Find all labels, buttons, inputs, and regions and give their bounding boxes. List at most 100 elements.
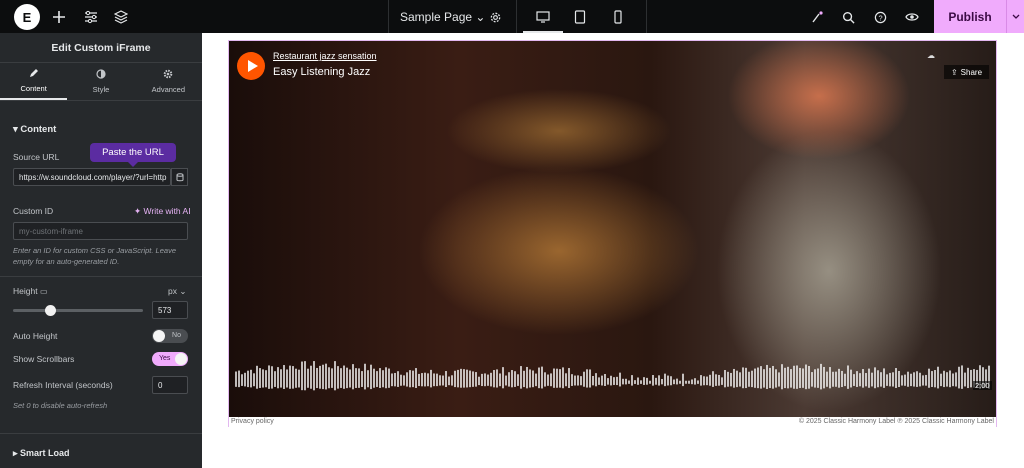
waveform-bar — [253, 373, 255, 387]
waveform-bar — [880, 372, 882, 387]
waveform-bar — [328, 367, 330, 389]
waveform-bar — [625, 378, 627, 385]
waveform-bar — [901, 375, 903, 386]
waveform-bar — [499, 373, 501, 387]
waveform-bar — [673, 379, 675, 385]
share-button[interactable]: ⇪ Share — [944, 65, 989, 79]
waveform-bar — [544, 372, 546, 387]
waveform-bar — [271, 366, 273, 389]
search-icon[interactable] — [839, 8, 857, 26]
elementor-logo[interactable]: E — [14, 4, 40, 30]
ai-sparkle-icon[interactable] — [808, 8, 826, 26]
waveform-bar — [622, 378, 624, 385]
waveform-bar — [754, 368, 756, 388]
waveform-bar — [367, 370, 369, 388]
waveform-bar — [934, 370, 936, 388]
height-unit-dropdown[interactable]: px ⌄ — [168, 286, 186, 297]
layers-icon[interactable] — [112, 8, 130, 26]
mobile-icon[interactable] — [609, 8, 627, 26]
waveform-bar — [286, 369, 288, 388]
waveform-bar — [541, 366, 543, 389]
tab-advanced-label: Advanced — [151, 85, 185, 94]
height-slider-track[interactable] — [13, 309, 143, 312]
page-name-dropdown[interactable]: Sample Page ⌄ — [400, 10, 485, 24]
auto-height-toggle[interactable]: No — [152, 329, 188, 343]
waveform-bar — [958, 366, 960, 389]
add-icon[interactable] — [50, 8, 68, 26]
waveform-bar — [283, 365, 285, 389]
tab-content[interactable]: Content — [0, 63, 68, 100]
waveform-bar — [883, 368, 885, 388]
waveform-bar — [826, 371, 828, 387]
waveform-bar — [634, 380, 636, 384]
waveform-bar — [676, 378, 678, 385]
waveform-bar — [664, 373, 666, 387]
section-content-toggle[interactable]: ▾ Content — [13, 124, 56, 135]
tab-advanced[interactable]: Advanced — [135, 63, 202, 100]
tablet-icon[interactable] — [571, 8, 589, 26]
refresh-interval-input[interactable]: 0 — [152, 376, 188, 394]
soundcloud-player[interactable]: Restaurant jazz sensation Easy Listening… — [229, 41, 996, 417]
waveform-bar — [418, 373, 420, 387]
waveform-bar — [799, 367, 801, 389]
waveform-bar — [877, 370, 879, 388]
show-scrollbars-toggle[interactable]: Yes — [152, 352, 188, 366]
height-unit-label: px — [168, 286, 177, 296]
tab-style[interactable]: Style — [67, 63, 134, 100]
waveform-bar — [850, 369, 852, 388]
waveform-bar — [433, 373, 435, 387]
waveform-bar — [529, 369, 531, 388]
waveform-bar — [670, 376, 672, 386]
source-url-input[interactable]: https://w.soundcloud.com/player/?url=htt… — [13, 168, 171, 186]
custom-id-input[interactable]: my-custom-iframe — [13, 222, 188, 240]
waveform-bar — [856, 371, 858, 387]
publish-button[interactable]: Publish — [934, 0, 1006, 33]
waveform-bar — [700, 375, 702, 386]
dynamic-tags-icon[interactable] — [171, 168, 188, 186]
waveform-bar — [427, 373, 429, 387]
waveform-bar — [412, 370, 414, 388]
toggle-knob — [175, 353, 187, 365]
section-smart-load-toggle[interactable]: ▸ Smart Load — [13, 448, 70, 459]
page-settings-gear-icon[interactable] — [486, 8, 504, 26]
waveform-bar — [442, 375, 444, 386]
top-bar: E Sample Page ⌄ ? Publish — [0, 0, 1024, 33]
preview-eye-icon[interactable] — [903, 8, 921, 26]
play-button[interactable] — [237, 52, 265, 80]
waveform-bar — [865, 373, 867, 387]
waveform-bar — [364, 363, 366, 390]
waveform-bar — [415, 368, 417, 388]
write-with-ai-button[interactable]: ✦ Write with AI — [134, 206, 191, 217]
settings-sliders-icon[interactable] — [82, 8, 100, 26]
waveform-bar — [424, 372, 426, 387]
artist-link[interactable]: Restaurant jazz sensation — [273, 51, 377, 61]
waveform-bar — [385, 367, 387, 389]
waveform-bar — [787, 366, 789, 389]
height-slider-thumb[interactable] — [45, 305, 56, 316]
help-icon[interactable]: ? — [871, 8, 889, 26]
waveform-bar — [946, 372, 948, 387]
waveform-bar — [763, 369, 765, 388]
waveform-bar — [514, 371, 516, 387]
waveform-bar — [697, 380, 699, 384]
waveform-bar — [796, 365, 798, 389]
waveform-bar — [454, 370, 456, 388]
publish-options-chevron-icon[interactable] — [1006, 0, 1024, 33]
waveform-bar — [655, 377, 657, 385]
waveform-bar — [439, 375, 441, 386]
waveform[interactable] — [235, 359, 991, 395]
player-footer: Privacy policy © 2025 Classic Harmony La… — [229, 417, 996, 427]
height-input[interactable]: 573 — [152, 301, 188, 319]
waveform-bar — [580, 376, 582, 386]
waveform-bar — [778, 372, 780, 387]
waveform-bar — [628, 380, 630, 384]
privacy-policy-link[interactable]: Privacy policy — [231, 418, 274, 425]
waveform-bar — [739, 372, 741, 387]
waveform-bar — [595, 373, 597, 387]
section-title: Content — [20, 124, 57, 135]
desktop-icon[interactable] — [534, 8, 552, 26]
waveform-bar — [265, 370, 267, 388]
track-title[interactable]: Easy Listening Jazz — [273, 66, 370, 78]
soundcloud-logo-icon[interactable]: ☁ — [927, 51, 935, 60]
ai-sparkle-icon: ✦ — [134, 206, 142, 216]
